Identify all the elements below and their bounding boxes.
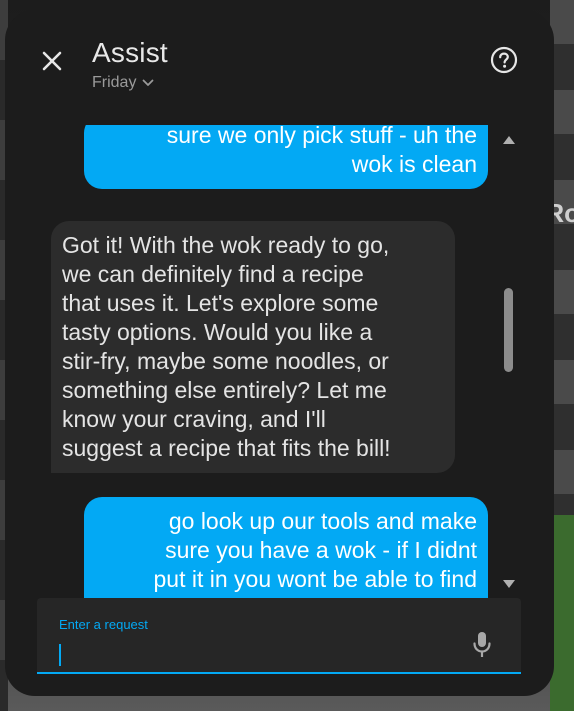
close-button[interactable] [39,48,65,74]
message-user: sure we only pick stuff - uh the wok is … [84,125,488,189]
conversation-log[interactable]: sure we only pick stuff - uh the wok is … [35,125,505,598]
message-line: go look up our tools and make [168,508,477,534]
scroll-down-arrow-icon[interactable] [503,580,515,588]
scroll-thumb[interactable] [504,288,513,372]
microphone-button[interactable] [471,630,493,660]
help-button[interactable] [490,46,518,74]
request-field-label: Enter a request [59,617,148,632]
request-field[interactable]: Enter a request [37,598,521,674]
assist-dialog: Assist Friday sure we only pick stuff - … [5,10,554,696]
message-line: that uses it. Let's explore some [62,290,379,316]
text-caret [59,644,61,666]
pipeline-selector[interactable]: Friday [92,74,154,92]
dialog-title: Assist [92,37,168,68]
conversation-scrollbar[interactable] [502,130,518,600]
scroll-up-arrow-icon[interactable] [503,136,515,144]
message-line: stir-fry, maybe some noodles, or [62,348,389,374]
help-circle-icon [490,46,518,74]
message-line: tasty options. Would you like a [62,319,373,345]
message-line: put it in you wont be able to find [153,566,478,592]
microphone-icon [473,632,491,657]
message-line: something else entirely? Let me [62,377,387,403]
message-line: we can definitely find a recipe [62,261,364,287]
message-assistant: Got it! With the wok ready to go, we can… [51,221,455,473]
pipeline-name: Friday [92,74,137,91]
message-line: sure we only pick stuff - uh the [166,125,477,148]
message-line: sure you have a wok - if I didnt [165,537,477,563]
chevron-down-icon [143,79,154,86]
message-line: know your craving, and I'll [62,406,326,432]
request-input[interactable] [57,636,451,664]
message-line: Got it! With the wok ready to go, [62,232,390,258]
close-icon [42,51,62,71]
message-user: go look up our tools and make sure you h… [84,497,488,598]
message-line: wok is clean [351,151,477,177]
message-line: suggest a recipe that fits the bill! [62,435,391,461]
